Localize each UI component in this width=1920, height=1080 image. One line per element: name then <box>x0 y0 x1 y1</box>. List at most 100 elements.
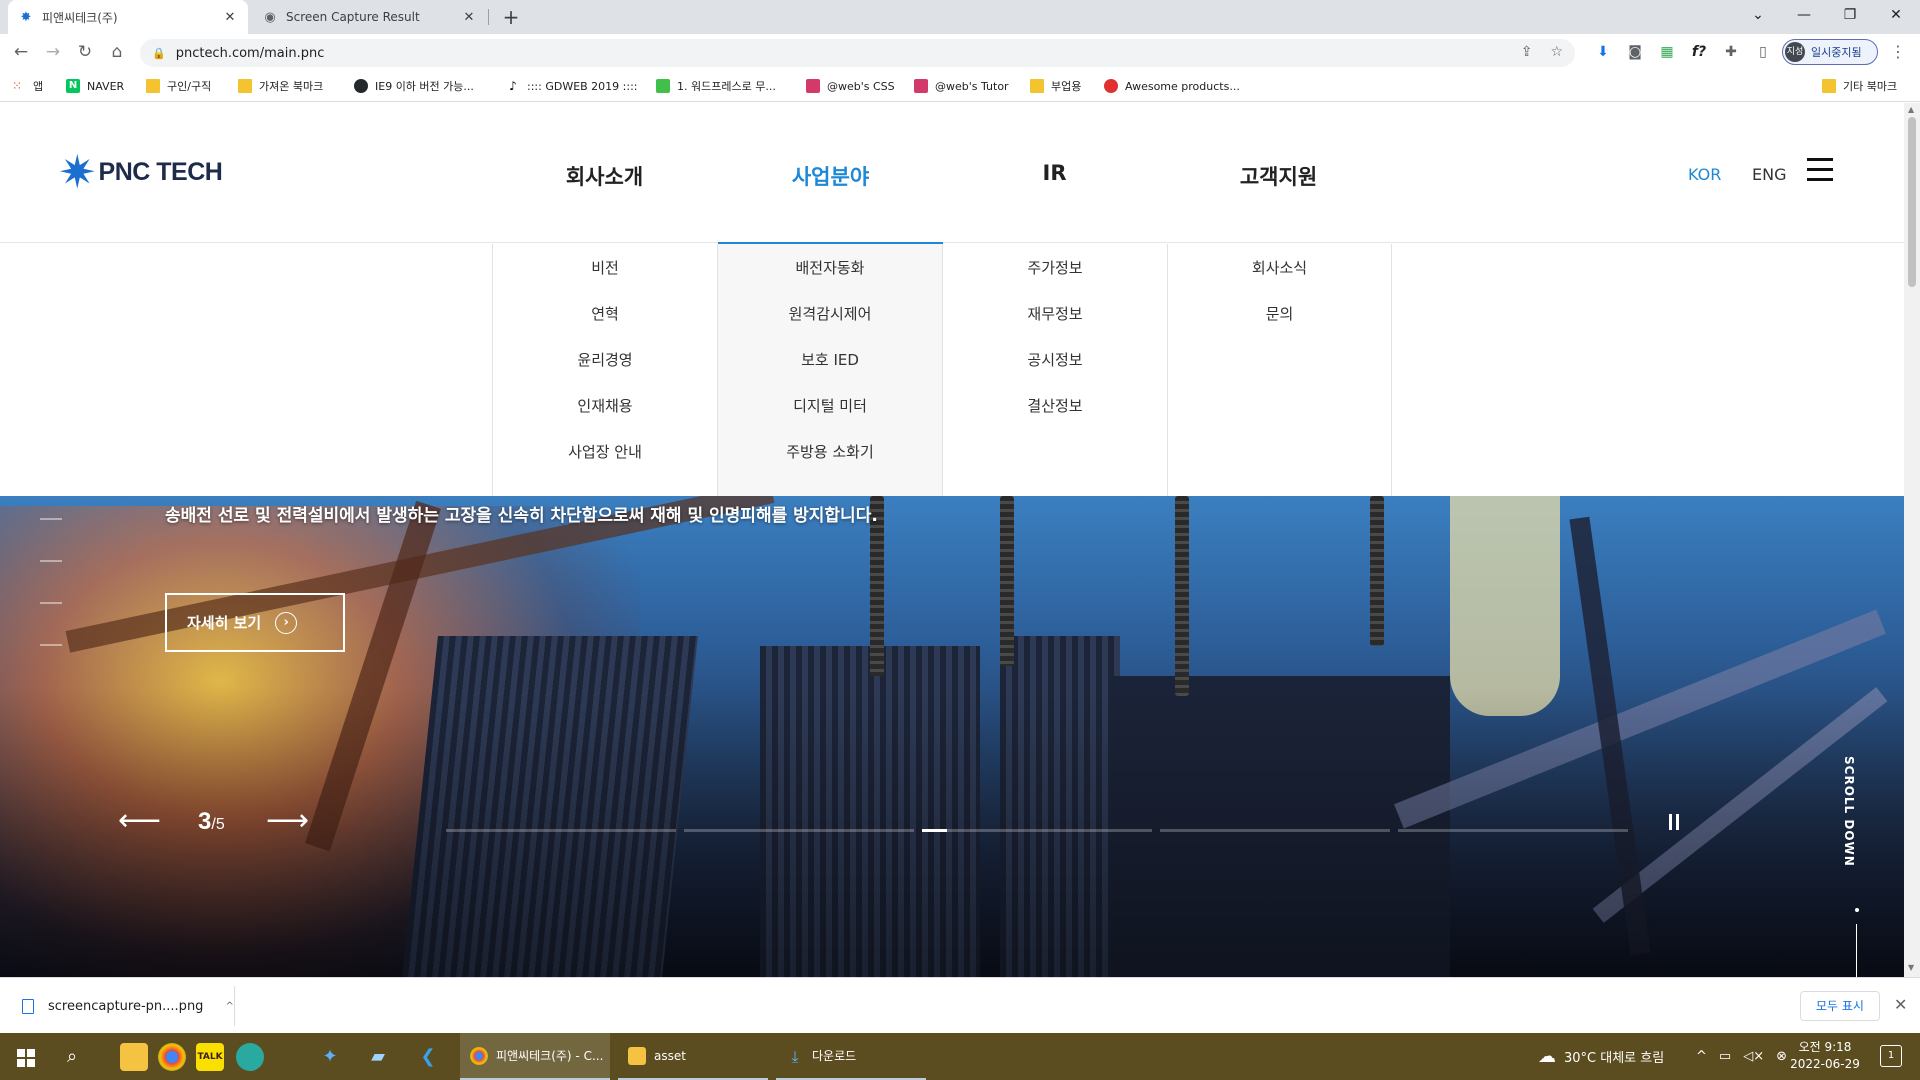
menu-location[interactable]: 사업장 안내 <box>493 443 717 489</box>
task-chrome[interactable]: 피앤씨테크(주) - C... <box>460 1033 610 1080</box>
share-icon[interactable]: ⇪ <box>1521 44 1533 60</box>
volume-icon[interactable]: ◁× <box>1743 1049 1764 1064</box>
next-slide-arrow-icon[interactable]: ⟶ <box>266 806 309 836</box>
menu-history[interactable]: 연혁 <box>493 305 717 351</box>
menu-disclosure[interactable]: 공시정보 <box>943 351 1167 397</box>
view-details-button[interactable]: 자세히 보기 › <box>165 593 345 652</box>
download-item[interactable]: screencapture-pn....png ^ <box>14 992 234 1020</box>
camera-extension-icon[interactable]: ◙ <box>1626 43 1644 61</box>
pause-icon[interactable] <box>1669 814 1683 830</box>
menu-stock-info[interactable]: 주가정보 <box>943 259 1167 305</box>
avatar: 지성 <box>1785 42 1805 62</box>
bookmark-wordpress[interactable]: 1. 워드프레스로 무... <box>656 77 776 95</box>
clock[interactable]: 오전 9:18 2022-06-29 <box>1780 1039 1870 1073</box>
gnb-ir[interactable]: IR <box>942 161 1167 185</box>
menu-settlement[interactable]: 결산정보 <box>943 397 1167 443</box>
bookmark-jobs[interactable]: 구인/구직 <box>146 77 211 95</box>
vscode-icon[interactable]: ❮ <box>414 1043 442 1071</box>
bookmark-imported[interactable]: 가져온 북마크 <box>238 77 323 95</box>
tab-screen-capture[interactable]: ◉ Screen Capture Result ✕ <box>252 0 487 34</box>
bookmark-star-icon[interactable]: ☆ <box>1550 44 1563 60</box>
sheet-extension-icon[interactable]: ▦ <box>1658 43 1676 61</box>
network-icon[interactable]: ▭ <box>1719 1049 1731 1064</box>
system-tray: ^ ▭ ◁× ⊗ <box>1696 1033 1787 1080</box>
menu-kebab-icon[interactable]: ⋮ <box>1890 42 1906 61</box>
slide-progress-5[interactable] <box>1398 829 1628 832</box>
tab-pnctech[interactable]: ✸ 피앤씨테크(주) ✕ <box>8 0 248 34</box>
menu-financial-info[interactable]: 재무정보 <box>943 305 1167 351</box>
menu-recruit[interactable]: 인재채용 <box>493 397 717 443</box>
scroll-up-arrow-icon[interactable]: ▲ <box>1908 105 1914 114</box>
menu-vision[interactable]: 비전 <box>493 259 717 305</box>
bookmark-apps[interactable]: ⁙ 앱 <box>12 77 43 95</box>
tab-search-icon[interactable]: ⌄ <box>1735 0 1781 34</box>
menu-protection-ied[interactable]: 보호 IED <box>718 351 942 397</box>
windows-start-icon[interactable] <box>12 1043 40 1071</box>
search-icon[interactable]: ⌕ <box>58 1043 86 1071</box>
bookmark-gdweb[interactable]: ♪:::: GDWEB 2019 :::: <box>506 77 637 95</box>
new-tab-button[interactable]: + <box>498 4 524 30</box>
close-tab-icon[interactable]: ✕ <box>461 10 477 25</box>
file-explorer-icon[interactable] <box>120 1043 148 1071</box>
gnb-company[interactable]: 회사소개 <box>492 161 717 191</box>
back-button[interactable]: ← <box>10 42 32 64</box>
notepad-icon[interactable]: ▰ <box>364 1043 392 1071</box>
prev-slide-arrow-icon[interactable]: ⟵ <box>118 806 161 836</box>
weather-widget[interactable]: ☁ 30°C 대체로 흐림 <box>1538 1033 1664 1080</box>
restore-button[interactable]: ❐ <box>1827 0 1873 34</box>
forward-button[interactable]: → <box>42 42 64 64</box>
download-extension-icon[interactable]: ⬇ <box>1594 43 1612 61</box>
slide-progress-1[interactable] <box>446 829 676 832</box>
lang-eng[interactable]: ENG <box>1752 165 1786 184</box>
task-asset-folder[interactable]: asset <box>618 1033 768 1080</box>
slide-progress-3[interactable] <box>922 829 1152 832</box>
pin-app-icon[interactable]: ✦ <box>316 1043 344 1071</box>
gnb-business[interactable]: 사업분야 <box>718 161 943 191</box>
close-tab-icon[interactable]: ✕ <box>222 10 238 25</box>
profile-button[interactable]: 지성 일시중지됨 <box>1782 39 1878 65</box>
bookmark-awesome[interactable]: Awesome products... <box>1104 77 1240 95</box>
menu-news[interactable]: 회사소식 <box>1168 259 1391 305</box>
hamburger-menu-icon[interactable] <box>1807 158 1833 181</box>
menu-distribution-automation[interactable]: 배전자동화 <box>718 259 942 305</box>
notification-icon[interactable]: 1 <box>1880 1045 1902 1067</box>
address-bar[interactable]: 🔒 pnctech.com/main.pnc ⇪ ☆ <box>140 39 1575 67</box>
menu-remote-monitoring[interactable]: 원격감시제어 <box>718 305 942 351</box>
scroll-down-label[interactable]: SCROLL DOWN <box>1842 756 1856 867</box>
close-download-bar-icon[interactable]: ✕ <box>1894 995 1907 1014</box>
bookmark-naver[interactable]: N NAVER <box>66 77 124 95</box>
show-all-button[interactable]: 모두 표시 <box>1800 991 1880 1021</box>
minimize-button[interactable]: — <box>1781 0 1827 34</box>
app-icon[interactable] <box>236 1043 264 1071</box>
lang-kor[interactable]: KOR <box>1688 165 1721 184</box>
site-logo[interactable]: ✷ PNC TECH <box>58 149 223 195</box>
slide-progress-2[interactable] <box>684 829 914 832</box>
scrollbar-thumb[interactable] <box>1908 117 1916 287</box>
menu-inquiry[interactable]: 문의 <box>1168 305 1391 351</box>
gnb-support[interactable]: 고객지원 <box>1166 161 1391 191</box>
bookmark-side-job[interactable]: 부업용 <box>1030 77 1081 95</box>
font-extension-icon[interactable]: f? <box>1690 43 1708 61</box>
kakaotalk-icon[interactable]: TALK <box>196 1043 224 1071</box>
puzzle-icon[interactable]: ✚ <box>1722 43 1740 61</box>
side-panel-icon[interactable]: ▯ <box>1754 43 1772 61</box>
page-scrollbar[interactable]: ▲ ▼ <box>1904 103 1920 977</box>
chevron-up-icon[interactable]: ^ <box>225 1001 233 1012</box>
chrome-icon[interactable] <box>158 1043 186 1071</box>
menu-ethics[interactable]: 윤리경영 <box>493 351 717 397</box>
menu-kitchen-extinguisher[interactable]: 주방용 소화기 <box>718 443 942 489</box>
task-downloads[interactable]: ⤓ 다운로드 <box>776 1033 926 1080</box>
bookmark-other[interactable]: 기타 북마크 <box>1822 77 1897 95</box>
close-window-button[interactable]: ✕ <box>1873 0 1919 34</box>
bookmark-webs-css[interactable]: @web's CSS <box>806 77 895 95</box>
menu-digital-meter[interactable]: 디지털 미터 <box>718 397 942 443</box>
scroll-down-arrow-icon[interactable]: ▼ <box>1908 963 1914 972</box>
side-indicator <box>40 518 62 686</box>
home-button[interactable]: ⌂ <box>106 42 128 64</box>
slide-progress-4[interactable] <box>1160 829 1390 832</box>
bookmark-ie9[interactable]: IE9 이하 버전 가능... <box>354 77 474 95</box>
chevron-up-icon[interactable]: ^ <box>1696 1049 1707 1064</box>
total-slides: 5 <box>215 816 225 833</box>
bookmark-webs-tutor[interactable]: @web's Tutor <box>914 77 1009 95</box>
reload-button[interactable]: ↻ <box>74 42 96 64</box>
